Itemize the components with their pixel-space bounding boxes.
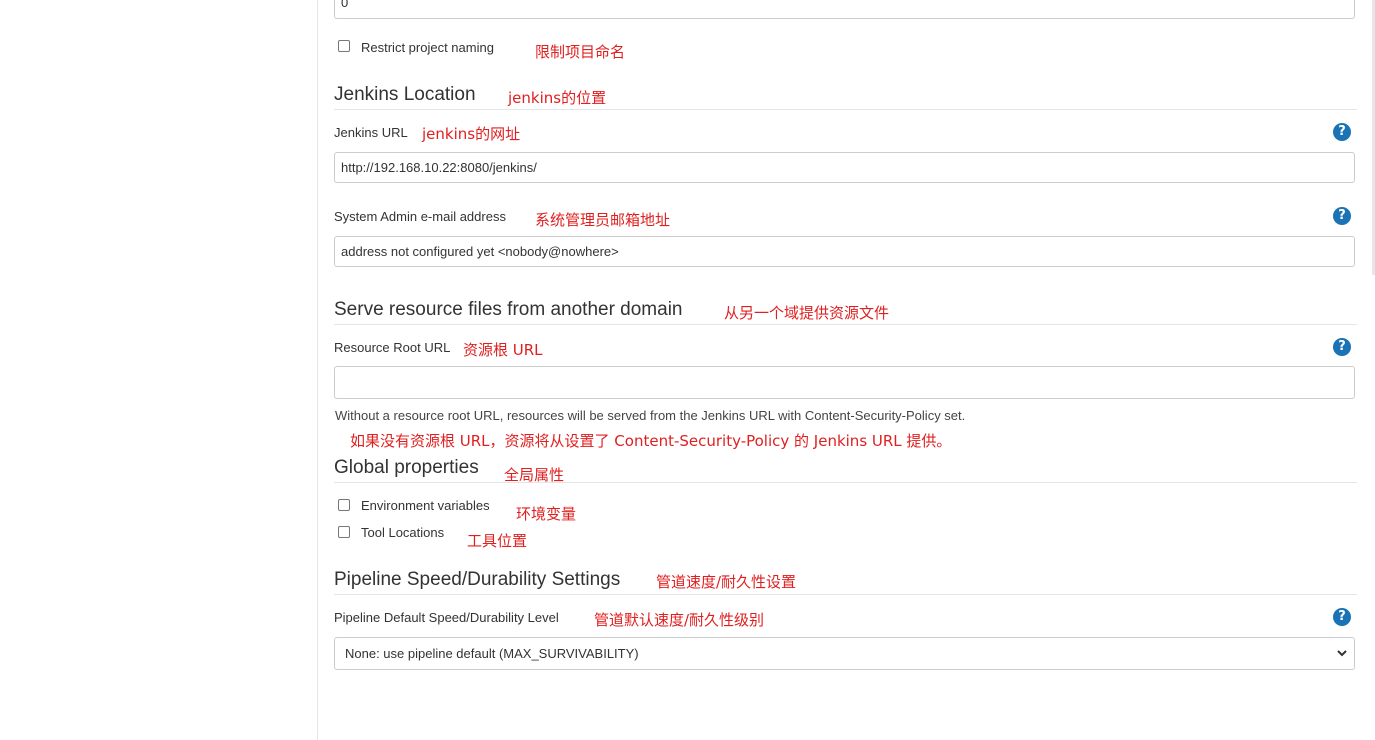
resource-root-url-label: Resource Root URL <box>334 340 451 355</box>
global-properties-title: Global properties <box>334 457 479 478</box>
tool-locations-checkbox[interactable] <box>338 526 350 538</box>
help-icon[interactable]: ? <box>1333 338 1351 356</box>
admin-email-annotation: 系统管理员邮箱地址 <box>535 211 671 229</box>
pipeline-level-annotation: 管道默认速度/耐久性级别 <box>594 611 765 629</box>
side-panel <box>0 0 318 740</box>
top-number-value: 0 <box>341 0 349 10</box>
pipeline-level-select[interactable]: None: use pipeline default (MAX_SURVIVAB… <box>334 637 1355 670</box>
resource-root-url-input[interactable] <box>334 366 1355 399</box>
resource-root-url-annotation: 资源根 URL <box>463 341 543 359</box>
admin-email-label: System Admin e-mail address <box>334 209 506 224</box>
section-divider <box>334 594 1357 595</box>
pipeline-settings-annotation: 管道速度/耐久性设置 <box>656 573 797 591</box>
resource-domain-title: Serve resource files from another domain <box>334 299 683 320</box>
chevron-down-icon <box>1336 638 1348 682</box>
section-divider <box>334 482 1357 483</box>
tool-locations-label: Tool Locations <box>361 525 445 540</box>
section-divider <box>334 324 1357 325</box>
restrict-naming-checkbox[interactable] <box>338 40 350 52</box>
section-divider <box>334 109 1357 110</box>
pipeline-level-label: Pipeline Default Speed/Durability Level <box>334 610 559 625</box>
pipeline-level-selected: None: use pipeline default (MAX_SURVIVAB… <box>345 646 639 661</box>
environment-variables-annotation: 环境变量 <box>516 505 577 523</box>
pipeline-settings-title: Pipeline Speed/Durability Settings <box>334 569 621 590</box>
jenkins-url-annotation: jenkins的网址 <box>422 125 521 143</box>
jenkins-location-annotation: jenkins的位置 <box>508 89 607 107</box>
resource-root-url-description-annotation: 如果没有资源根 URL，资源将从设置了 Content-Security-Pol… <box>350 432 952 450</box>
environment-variables-label: Environment variables <box>361 498 490 513</box>
jenkins-location-title: Jenkins Location <box>334 84 476 105</box>
environment-variables-checkbox[interactable] <box>338 499 350 511</box>
tool-locations-annotation: 工具位置 <box>467 532 528 550</box>
help-icon[interactable]: ? <box>1333 123 1351 141</box>
resource-root-url-description: Without a resource root URL, resources w… <box>335 408 966 423</box>
admin-email-value: address not configured yet <nobody@nowhe… <box>341 244 619 259</box>
admin-email-input[interactable]: address not configured yet <nobody@nowhe… <box>334 236 1355 267</box>
top-number-input[interactable]: 0 <box>334 0 1355 19</box>
restrict-naming-label: Restrict project naming <box>361 40 494 55</box>
jenkins-url-label: Jenkins URL <box>334 125 408 140</box>
resource-domain-annotation: 从另一个域提供资源文件 <box>724 304 890 322</box>
help-icon[interactable]: ? <box>1333 207 1351 225</box>
help-icon[interactable]: ? <box>1333 608 1351 626</box>
jenkins-url-value: http://192.168.10.22:8080/jenkins/ <box>341 160 537 175</box>
jenkins-url-input[interactable]: http://192.168.10.22:8080/jenkins/ <box>334 152 1355 183</box>
restrict-naming-annotation: 限制项目命名 <box>535 43 626 61</box>
